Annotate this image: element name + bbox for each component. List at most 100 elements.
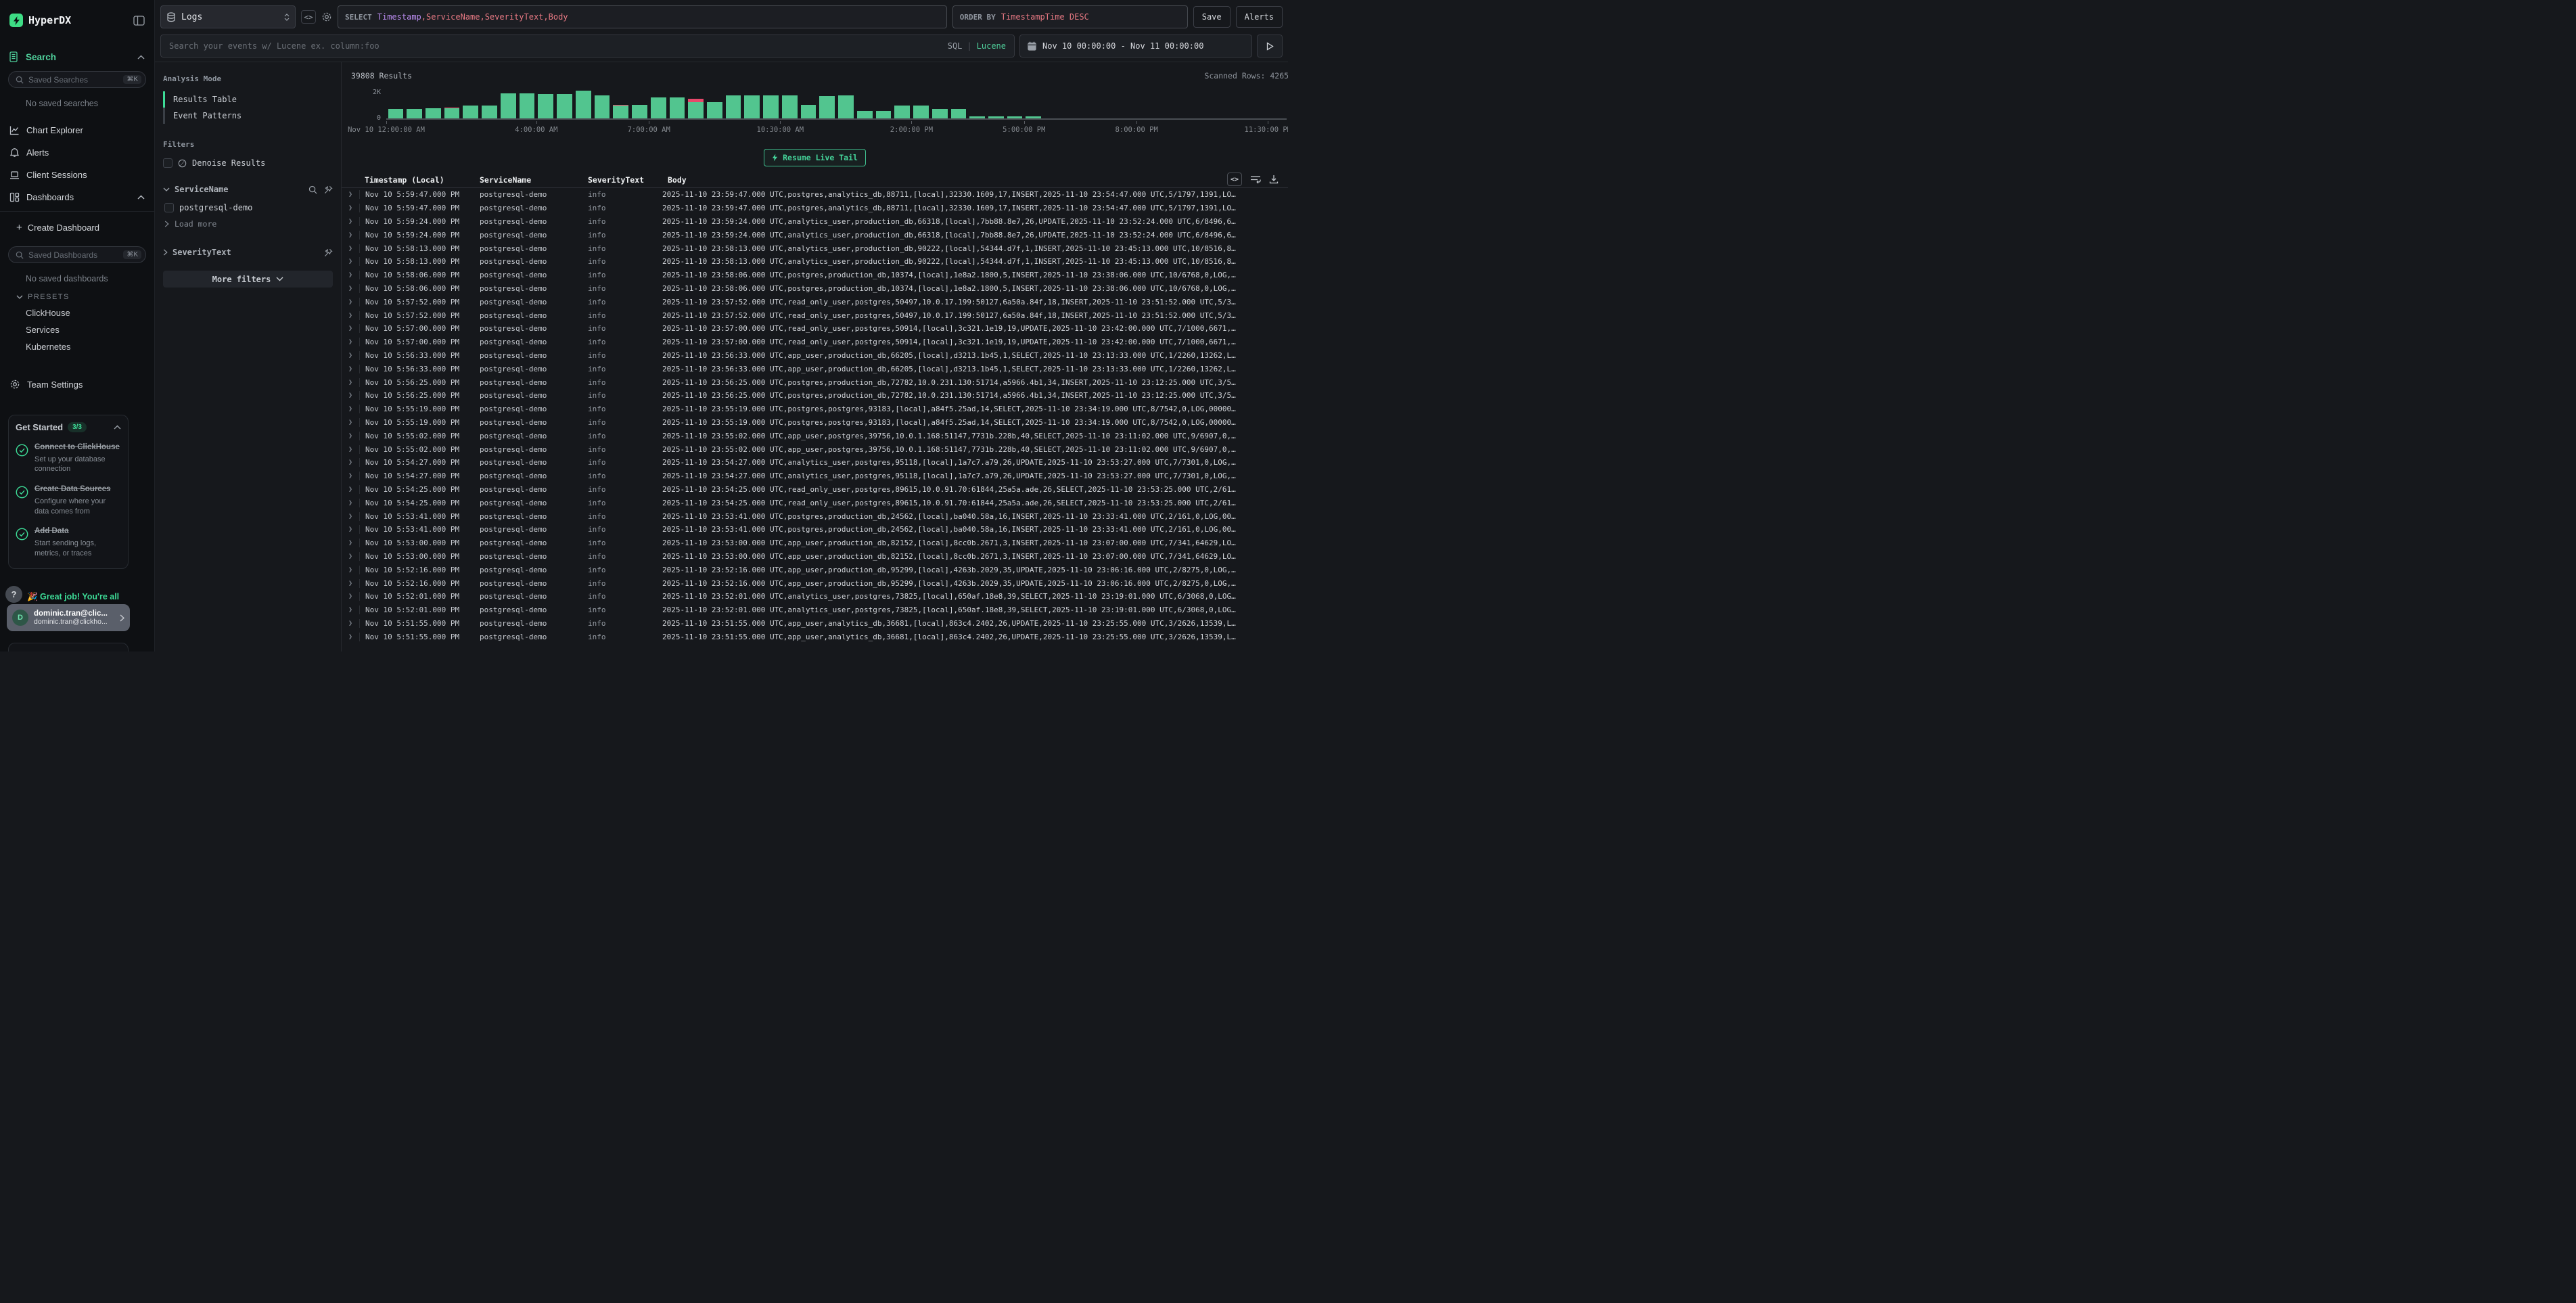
load-more-button[interactable]: Load more — [164, 219, 333, 229]
expand-row-chevron-icon[interactable]: ❯ — [342, 472, 359, 480]
chevron-up-icon[interactable] — [137, 55, 145, 60]
log-row[interactable]: ❯ Nov 10 5:54:27.000 PM postgresql-demo … — [342, 456, 1288, 470]
expand-row-chevron-icon[interactable]: ❯ — [342, 606, 359, 614]
histogram-bar[interactable] — [405, 90, 424, 118]
log-row[interactable]: ❯ Nov 10 5:53:41.000 PM postgresql-demo … — [342, 509, 1288, 523]
get-started-step-add-data[interactable]: Add Data Start sending logs, metrics, or… — [16, 526, 121, 558]
log-row[interactable]: ❯ Nov 10 5:54:25.000 PM postgresql-demo … — [342, 483, 1288, 497]
expand-row-chevron-icon[interactable]: ❯ — [342, 499, 359, 507]
expand-row-chevron-icon[interactable]: ❯ — [342, 298, 359, 306]
log-row[interactable]: ❯ Nov 10 5:51:55.000 PM postgresql-demo … — [342, 630, 1288, 643]
log-row[interactable]: ❯ Nov 10 5:55:19.000 PM postgresql-demo … — [342, 416, 1288, 430]
search-icon[interactable] — [308, 185, 317, 194]
log-row[interactable]: ❯ Nov 10 5:53:00.000 PM postgresql-demo … — [342, 550, 1288, 564]
help-button[interactable]: ? — [5, 586, 22, 603]
histogram-bar[interactable] — [874, 90, 893, 118]
sidebar-item-alerts[interactable]: Alerts — [9, 141, 145, 164]
expand-row-chevron-icon[interactable]: ❯ — [342, 218, 359, 225]
preset-services[interactable]: Services — [26, 325, 145, 335]
histogram-bar[interactable] — [855, 90, 874, 118]
expand-row-chevron-icon[interactable]: ❯ — [342, 620, 359, 627]
histogram-bar[interactable] — [386, 90, 405, 118]
date-range-picker[interactable]: Nov 10 00:00:00 - Nov 11 00:00:00 — [1019, 35, 1252, 58]
select-columns-input[interactable]: SELECT Timestamp,ServiceName,SeverityTex… — [338, 5, 947, 28]
log-row[interactable]: ❯ Nov 10 5:57:52.000 PM postgresql-demo … — [342, 295, 1288, 308]
histogram-bar[interactable] — [705, 90, 724, 118]
code-view-icon[interactable]: <> — [301, 10, 316, 24]
saved-dashboards-input[interactable]: Saved Dashboards ⌘K — [8, 246, 146, 263]
presets-toggle[interactable]: PRESETS — [16, 293, 145, 301]
histogram-bar[interactable] — [930, 90, 949, 118]
mode-event-patterns[interactable]: Event Patterns — [163, 108, 333, 124]
source-select[interactable]: Logs — [160, 5, 296, 28]
histogram-bar[interactable] — [968, 90, 987, 118]
column-header-severitytext[interactable]: SeverityText — [582, 175, 662, 185]
user-menu[interactable]: D dominic.tran@clic... dominic.tran@clic… — [7, 604, 130, 631]
log-row[interactable]: ❯ Nov 10 5:53:00.000 PM postgresql-demo … — [342, 536, 1288, 550]
histogram-bar[interactable] — [1099, 90, 1118, 118]
expand-row-chevron-icon[interactable]: ❯ — [342, 271, 359, 279]
filter-value-postgresql-demo[interactable]: postgresql-demo — [164, 203, 333, 212]
expand-row-chevron-icon[interactable]: ❯ — [342, 513, 359, 520]
filter-group-servicename[interactable]: ServiceName — [163, 185, 333, 194]
expand-row-chevron-icon[interactable]: ❯ — [342, 365, 359, 373]
log-row[interactable]: ❯ Nov 10 5:54:27.000 PM postgresql-demo … — [342, 470, 1288, 483]
log-row[interactable]: ❯ Nov 10 5:57:52.000 PM postgresql-demo … — [342, 308, 1288, 322]
chevron-up-icon[interactable] — [114, 425, 121, 430]
log-row[interactable]: ❯ Nov 10 5:59:47.000 PM postgresql-demo … — [342, 188, 1288, 202]
toggle-lucene[interactable]: Lucene — [977, 41, 1006, 51]
wrap-lines-icon[interactable] — [1250, 175, 1261, 184]
expand-row-chevron-icon[interactable]: ❯ — [342, 459, 359, 466]
histogram-bar[interactable] — [987, 90, 1006, 118]
histogram-bar[interactable] — [423, 90, 442, 118]
sidebar-item-dashboards[interactable]: Dashboards — [9, 186, 145, 208]
expand-row-chevron-icon[interactable]: ❯ — [342, 325, 359, 332]
saved-searches-input[interactable]: Saved Searches ⌘K — [8, 71, 146, 88]
toggle-sql[interactable]: SQL — [948, 41, 963, 51]
log-row[interactable]: ❯ Nov 10 5:54:25.000 PM postgresql-demo … — [342, 496, 1288, 509]
run-query-button[interactable] — [1257, 35, 1283, 58]
histogram-bar[interactable] — [1043, 90, 1062, 118]
expand-row-chevron-icon[interactable]: ❯ — [342, 379, 359, 386]
expand-row-chevron-icon[interactable]: ❯ — [342, 539, 359, 547]
filter-group-severitytext[interactable]: SeverityText — [163, 248, 333, 257]
histogram-bar[interactable] — [1136, 90, 1155, 118]
expand-row-chevron-icon[interactable]: ❯ — [342, 338, 359, 346]
expand-row-chevron-icon[interactable]: ❯ — [342, 352, 359, 359]
histogram-bar[interactable] — [1249, 90, 1268, 118]
log-row[interactable]: ❯ Nov 10 5:58:06.000 PM postgresql-demo … — [342, 282, 1288, 296]
histogram-bar[interactable] — [536, 90, 555, 118]
collapse-sidebar-icon[interactable] — [133, 16, 145, 26]
log-row[interactable]: ❯ Nov 10 5:52:01.000 PM postgresql-demo … — [342, 590, 1288, 603]
histogram-bar[interactable] — [1061, 90, 1080, 118]
log-row[interactable]: ❯ Nov 10 5:51:55.000 PM postgresql-demo … — [342, 617, 1288, 631]
histogram-bar[interactable] — [574, 90, 593, 118]
checkbox[interactable] — [163, 158, 172, 168]
log-row[interactable]: ❯ Nov 10 5:59:47.000 PM postgresql-demo … — [342, 202, 1288, 215]
edit-columns-code-icon[interactable]: <> — [1227, 173, 1242, 186]
log-row[interactable]: ❯ Nov 10 5:56:25.000 PM postgresql-demo … — [342, 389, 1288, 403]
expand-row-chevron-icon[interactable]: ❯ — [342, 419, 359, 426]
create-dashboard-button[interactable]: + Create Dashboard — [16, 217, 145, 237]
log-row[interactable]: ❯ Nov 10 5:53:41.000 PM postgresql-demo … — [342, 523, 1288, 536]
expand-row-chevron-icon[interactable]: ❯ — [342, 593, 359, 600]
column-header-servicename[interactable]: ServiceName — [474, 175, 582, 185]
expand-row-chevron-icon[interactable]: ❯ — [342, 566, 359, 574]
pin-icon[interactable] — [324, 185, 333, 194]
histogram-bar[interactable] — [668, 90, 687, 118]
log-row[interactable]: ❯ Nov 10 5:52:16.000 PM postgresql-demo … — [342, 576, 1288, 590]
expand-row-chevron-icon[interactable]: ❯ — [342, 405, 359, 413]
histogram-plot[interactable] — [386, 90, 1287, 120]
histogram-bar[interactable] — [687, 90, 706, 118]
histogram-bar[interactable] — [893, 90, 912, 118]
log-row[interactable]: ❯ Nov 10 5:52:16.000 PM postgresql-demo … — [342, 563, 1288, 576]
results-histogram[interactable]: 2K 0 Nov 10 12:00:00 AM4:00:00 AM7:00:00… — [351, 87, 1288, 140]
log-row[interactable]: ❯ Nov 10 5:57:00.000 PM postgresql-demo … — [342, 322, 1288, 336]
histogram-bar[interactable] — [1268, 90, 1287, 118]
checkbox[interactable] — [164, 203, 174, 212]
pin-icon[interactable] — [324, 248, 333, 257]
expand-row-chevron-icon[interactable]: ❯ — [342, 446, 359, 453]
expand-row-chevron-icon[interactable]: ❯ — [342, 553, 359, 560]
column-header-body[interactable]: Body — [662, 175, 1288, 185]
histogram-bar[interactable] — [912, 90, 931, 118]
